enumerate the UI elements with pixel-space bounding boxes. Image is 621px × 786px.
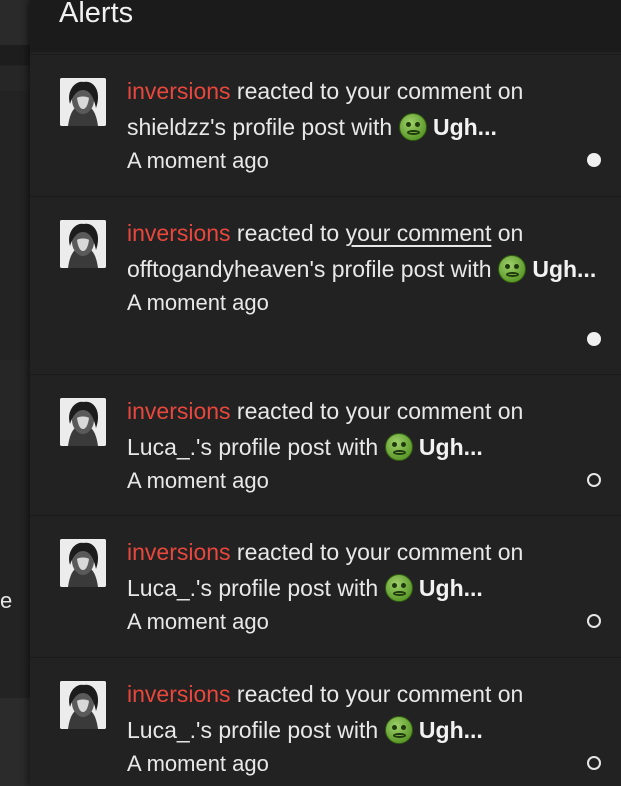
alert-text: reacted to — [230, 78, 346, 104]
alert-content: inversions reacted to your comment on sh… — [127, 73, 597, 177]
alert-username[interactable]: inversions — [127, 220, 231, 246]
alert-time: A moment ago — [127, 290, 269, 315]
alert-time: A moment ago — [127, 468, 269, 493]
alert-link[interactable]: your comment — [346, 220, 492, 246]
alert-username[interactable]: inversions — [127, 78, 231, 104]
alert-reaction: Ugh... — [418, 434, 483, 460]
alert-link[interactable]: your comment — [346, 539, 492, 565]
alert-username[interactable]: inversions — [127, 681, 231, 707]
alert-text: reacted to — [230, 681, 346, 707]
read-indicator[interactable] — [587, 756, 601, 770]
alert-text: reacted to — [230, 539, 346, 565]
alert-reaction: Ugh... — [418, 717, 483, 743]
alert-content: inversions reacted to your comment on Lu… — [127, 676, 597, 780]
avatar[interactable] — [60, 539, 106, 587]
alert-time: A moment ago — [127, 751, 269, 776]
alert-content: inversions reacted to your comment on Lu… — [127, 393, 597, 497]
background-partial-text: e — [0, 588, 13, 613]
alert-username[interactable]: inversions — [127, 539, 231, 565]
alert-content: inversions reacted to your comment on of… — [127, 215, 597, 319]
alerts-title: Alerts — [59, 0, 134, 29]
alert-time: A moment ago — [127, 609, 269, 634]
alert-text: reacted to — [230, 220, 346, 246]
ugh-reaction-icon — [384, 574, 413, 602]
read-indicator[interactable] — [587, 614, 601, 628]
avatar[interactable] — [60, 398, 106, 446]
unread-indicator[interactable] — [587, 332, 601, 346]
read-indicator[interactable] — [587, 473, 601, 487]
alert-text: reacted to — [230, 398, 346, 424]
alerts-header: Alerts — [30, 0, 621, 52]
ugh-reaction-icon — [398, 113, 427, 141]
ugh-reaction-icon — [384, 716, 413, 744]
alert-item[interactable]: inversions reacted to your comment on Lu… — [30, 657, 621, 786]
alert-reaction: Ugh... — [532, 256, 597, 282]
ugh-reaction-icon — [497, 255, 526, 283]
alert-item[interactable]: inversions reacted to your comment on Lu… — [30, 515, 621, 656]
alerts-panel: Alerts inversions reacted to your commen… — [30, 0, 621, 786]
ugh-reaction-icon — [384, 433, 413, 461]
alert-link[interactable]: your comment — [346, 78, 492, 104]
alert-reaction: Ugh... — [418, 575, 483, 601]
alert-reaction: Ugh... — [432, 114, 497, 140]
alert-content: inversions reacted to your comment on Lu… — [127, 534, 597, 638]
unread-indicator[interactable] — [587, 153, 601, 167]
alert-link[interactable]: your comment — [346, 398, 492, 424]
alert-item[interactable]: inversions reacted to your comment on sh… — [30, 54, 621, 195]
avatar[interactable] — [60, 681, 106, 729]
alert-time: A moment ago — [127, 148, 269, 173]
alert-username[interactable]: inversions — [127, 398, 231, 424]
alert-link[interactable]: your comment — [346, 681, 492, 707]
avatar[interactable] — [60, 78, 106, 126]
alert-item[interactable]: inversions reacted to your comment on of… — [30, 196, 621, 373]
alert-item[interactable]: inversions reacted to your comment on Lu… — [30, 374, 621, 515]
avatar[interactable] — [60, 220, 106, 268]
